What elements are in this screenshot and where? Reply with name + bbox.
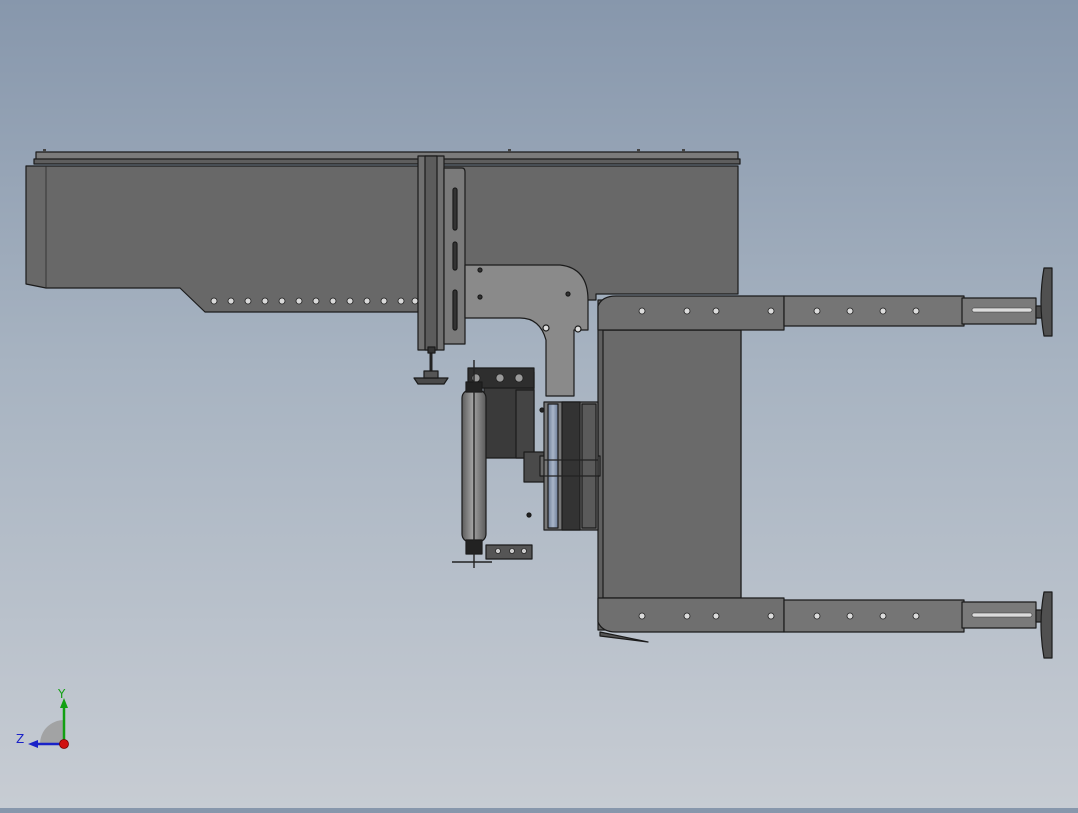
view-orientation-triad: Y Z (10, 684, 80, 754)
slotted-bracket (443, 167, 466, 345)
leveling-foot (413, 377, 449, 385)
y-axis-label: Y (58, 687, 66, 701)
lower-arm-foot (1040, 591, 1053, 659)
model-canvas[interactable] (0, 0, 1078, 808)
triad-arc (40, 720, 64, 744)
z-axis-label: Z (16, 732, 25, 746)
main-conveyor-frame (25, 149, 741, 313)
upper-arm-foot (1040, 267, 1053, 337)
x-axis-dot (59, 739, 69, 749)
lower-arm (597, 591, 1053, 659)
side-plate (25, 165, 739, 313)
cad-viewport[interactable]: Y Z (0, 0, 1078, 808)
support-leg (413, 155, 449, 385)
drive-assembly (452, 360, 601, 568)
top-rail-lip (33, 158, 741, 165)
right-frame (597, 267, 1053, 659)
